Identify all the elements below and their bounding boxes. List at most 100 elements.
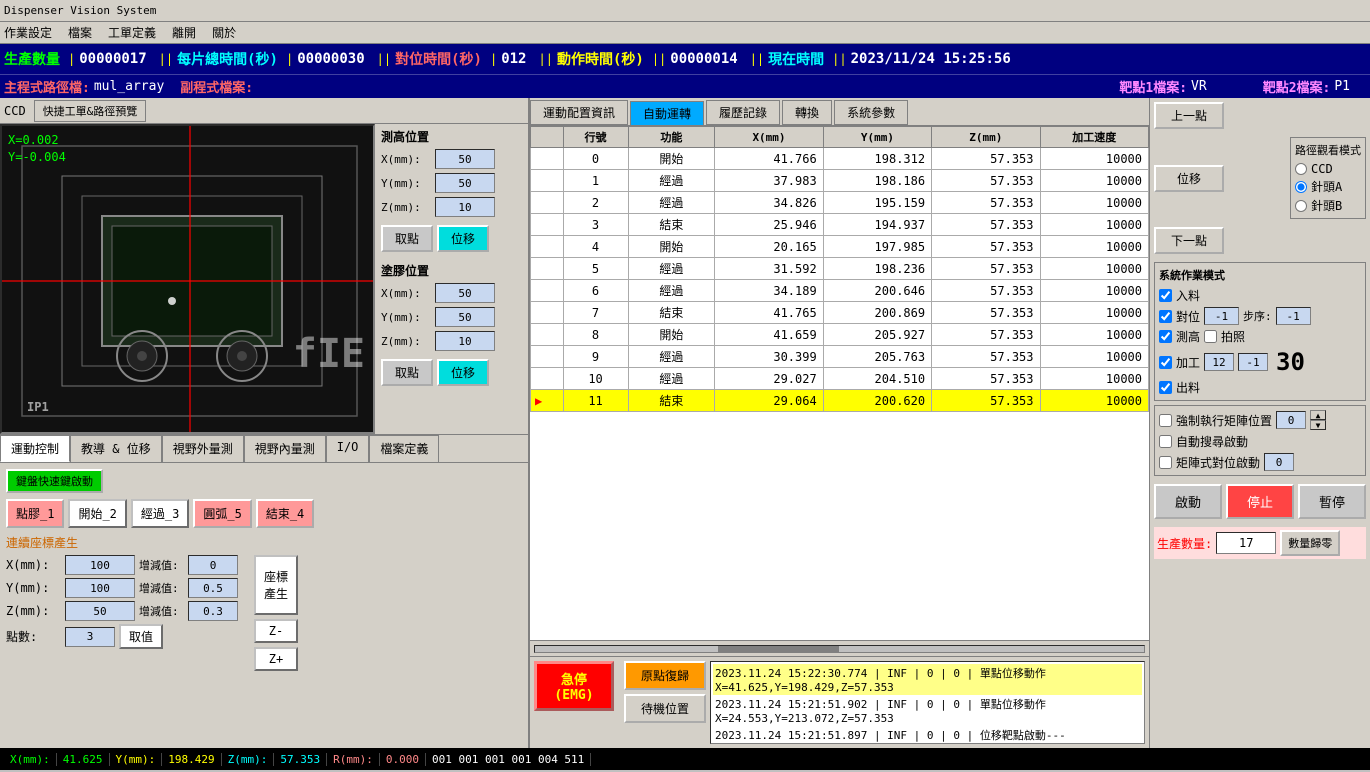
menu-item-about[interactable]: 關於 xyxy=(212,24,236,41)
coord-y-input[interactable] xyxy=(65,578,135,598)
menu-item-exit[interactable]: 離開 xyxy=(172,24,196,41)
check-matrix-align[interactable] xyxy=(1159,456,1172,469)
status-y-label: Y(mm): xyxy=(110,753,163,766)
start-btn[interactable]: 啟動 xyxy=(1154,484,1222,519)
align-time-value: 012 xyxy=(501,51,526,67)
tab-teach[interactable]: 教導 & 位移 xyxy=(70,435,162,462)
tab-motion[interactable]: 運動控制 xyxy=(0,435,70,462)
tab-motion-info[interactable]: 運動配置資訊 xyxy=(530,100,628,125)
target1-label: 靶點1檔案: xyxy=(1119,77,1187,96)
table-row[interactable]: 4 開始 20.165 197.985 57.353 10000 xyxy=(531,236,1149,258)
start-point-btn[interactable]: 開始_2 xyxy=(68,499,126,528)
pause-btn[interactable]: 暫停 xyxy=(1298,484,1366,519)
quick-workorder-btn[interactable]: 快捷工單&路徑預覽 xyxy=(34,100,147,122)
dispense-btn[interactable]: 點膠_1 xyxy=(6,499,64,528)
check-align[interactable] xyxy=(1159,310,1172,323)
step-val-input[interactable] xyxy=(1276,307,1311,325)
coord-count-input[interactable] xyxy=(65,627,115,647)
cell-func: 經過 xyxy=(628,170,715,192)
radio-head-a-label: 針頭A xyxy=(1311,178,1342,195)
arc-btn[interactable]: 圓弧_5 xyxy=(193,499,251,528)
coord-x-input[interactable] xyxy=(65,555,135,575)
measure-z-input[interactable] xyxy=(435,197,495,217)
tab-outer[interactable]: 視野外量測 xyxy=(162,435,244,462)
check-force[interactable] xyxy=(1159,414,1172,427)
prod-count-input[interactable] xyxy=(1216,532,1276,554)
keyboard-shortcut-btn[interactable]: 鍵盤快速鍵啟動 xyxy=(6,469,103,493)
tab-inner[interactable]: 視野內量測 xyxy=(244,435,326,462)
table-row[interactable]: 7 結束 41.765 200.869 57.353 10000 xyxy=(531,302,1149,324)
reset-count-btn[interactable]: 數量歸零 xyxy=(1280,530,1340,556)
get-val-btn[interactable]: 取值 xyxy=(119,624,163,649)
coord-z-input[interactable] xyxy=(65,601,135,621)
table-row[interactable]: 3 結束 25.946 194.937 57.353 10000 xyxy=(531,214,1149,236)
force-up-btn[interactable]: ▲ xyxy=(1310,410,1326,420)
table-row[interactable]: 2 經過 34.826 195.159 57.353 10000 xyxy=(531,192,1149,214)
cell-z: 57.353 xyxy=(932,214,1040,236)
coating-z-input[interactable] xyxy=(435,331,495,351)
table-row[interactable]: 6 經過 34.189 200.646 57.353 10000 xyxy=(531,280,1149,302)
check-photo[interactable] xyxy=(1204,330,1217,343)
coating-y-input[interactable] xyxy=(435,307,495,327)
align-val-input[interactable] xyxy=(1204,307,1239,325)
tab-convert[interactable]: 轉換 xyxy=(782,100,832,125)
current-time-label: 現在時間 xyxy=(768,49,824,69)
coord-y-inc-input[interactable] xyxy=(188,578,238,598)
process-val2-input[interactable] xyxy=(1238,353,1268,371)
coating-y-label: Y(mm): xyxy=(381,311,431,324)
cell-x: 34.826 xyxy=(715,192,823,214)
tab-history[interactable]: 履歷記錄 xyxy=(706,100,780,125)
measure-y-input[interactable] xyxy=(435,173,495,193)
force-val-input[interactable] xyxy=(1276,411,1306,429)
measure-x-input[interactable] xyxy=(435,149,495,169)
coord-x-inc-input[interactable] xyxy=(188,555,238,575)
process-val1-input[interactable] xyxy=(1204,353,1234,371)
force-down-btn[interactable]: ▼ xyxy=(1310,420,1326,430)
measure-get-btn[interactable]: 取點 xyxy=(381,225,433,252)
radio-ccd[interactable] xyxy=(1295,163,1307,175)
radio-head-b[interactable] xyxy=(1295,200,1307,212)
prev-point-btn[interactable]: 上一點 xyxy=(1154,102,1224,129)
restore-btn[interactable]: 原點復歸 xyxy=(624,661,706,690)
cell-rownum: 10 xyxy=(563,368,628,390)
pass-point-btn[interactable]: 經過_3 xyxy=(131,499,189,528)
cell-z: 57.353 xyxy=(932,148,1040,170)
coord-z-inc-input[interactable] xyxy=(188,601,238,621)
z-minus-btn[interactable]: Z- xyxy=(254,619,298,643)
coating-get-btn[interactable]: 取點 xyxy=(381,359,433,386)
tab-io[interactable]: I/O xyxy=(326,435,370,462)
sub-prog-label: 副程式檔案: xyxy=(180,77,253,96)
measure-move-btn[interactable]: 位移 xyxy=(437,225,489,252)
table-row[interactable]: ▶ 11 結束 29.064 200.620 57.353 10000 xyxy=(531,390,1149,412)
menu-item-file[interactable]: 檔案 xyxy=(68,24,92,41)
menu-item-settings[interactable]: 作業設定 xyxy=(4,24,52,41)
emergency-btn[interactable]: 急停(EMG) xyxy=(534,661,614,711)
end-point-btn[interactable]: 結束_4 xyxy=(256,499,314,528)
matrix-val-input[interactable] xyxy=(1264,453,1294,471)
table-row[interactable]: 0 開始 41.766 198.312 57.353 10000 xyxy=(531,148,1149,170)
standby-btn[interactable]: 待機位置 xyxy=(624,694,706,723)
menu-item-workorder[interactable]: 工單定義 xyxy=(108,24,156,41)
table-row[interactable]: 10 經過 29.027 204.510 57.353 10000 xyxy=(531,368,1149,390)
z-plus-btn[interactable]: Z+ xyxy=(254,647,298,671)
next-point-btn[interactable]: 下一點 xyxy=(1154,227,1224,254)
radio-head-a[interactable] xyxy=(1295,181,1307,193)
col-header-pointer xyxy=(531,127,564,148)
tab-sys-params[interactable]: 系統參數 xyxy=(834,100,908,125)
table-row[interactable]: 9 經過 30.399 205.763 57.353 10000 xyxy=(531,346,1149,368)
tab-auto-run[interactable]: 自動運轉 xyxy=(630,101,704,125)
coating-x-input[interactable] xyxy=(435,283,495,303)
check-measure[interactable] xyxy=(1159,330,1172,343)
check-output[interactable] xyxy=(1159,381,1172,394)
coating-move-btn[interactable]: 位移 xyxy=(437,359,489,386)
table-row[interactable]: 8 開始 41.659 205.927 57.353 10000 xyxy=(531,324,1149,346)
check-auto-search[interactable] xyxy=(1159,435,1172,448)
check-process[interactable] xyxy=(1159,356,1172,369)
check-feed[interactable] xyxy=(1159,289,1172,302)
table-row[interactable]: 1 經過 37.983 198.186 57.353 10000 xyxy=(531,170,1149,192)
tab-file[interactable]: 檔案定義 xyxy=(369,435,439,462)
coord-gen-btn[interactable]: 座標產生 xyxy=(254,555,298,615)
table-row[interactable]: 5 經過 31.592 198.236 57.353 10000 xyxy=(531,258,1149,280)
move-btn-right[interactable]: 位移 xyxy=(1154,165,1224,192)
stop-btn[interactable]: 停止 xyxy=(1226,484,1294,519)
